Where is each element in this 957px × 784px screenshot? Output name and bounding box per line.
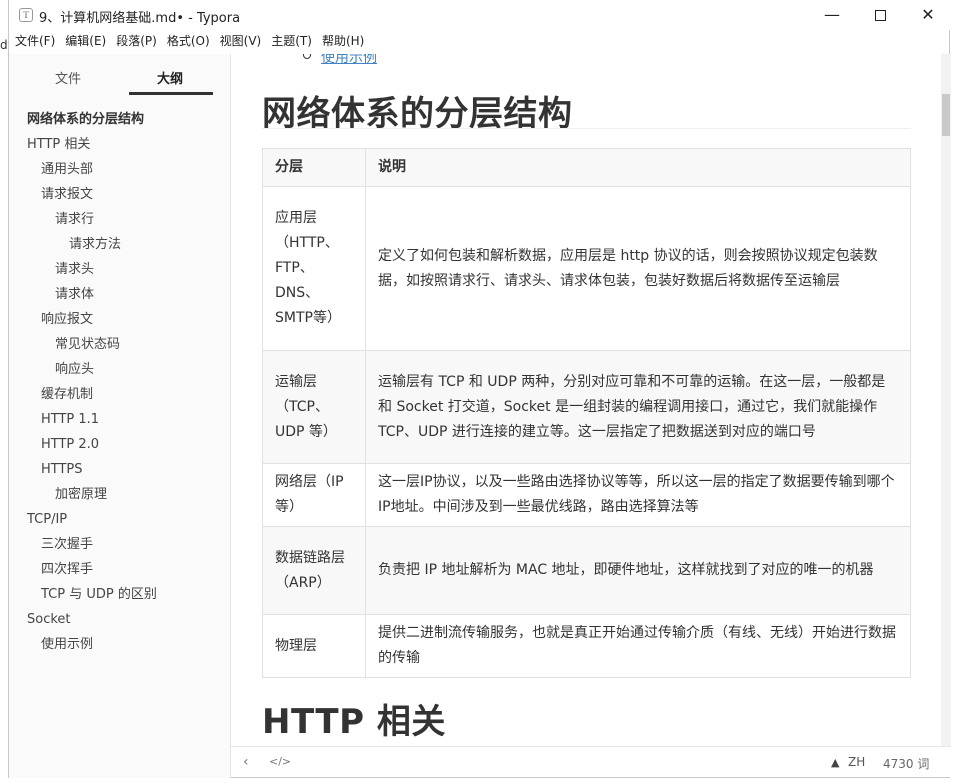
table-row: 运输层（TCP、UDP 等） 运输层有 TCP 和 UDP 两种，分别对应可靠和…	[262, 350, 911, 464]
outline-item[interactable]: 三次握手	[41, 535, 93, 555]
menu-theme[interactable]: 主题(T)	[266, 31, 317, 51]
sidebar: 文件 大纲 网络体系的分层结构 HTTP 相关通用头部请求报文请求行请求方法请求头…	[9, 54, 231, 778]
outline-item[interactable]: 响应报文	[41, 310, 93, 330]
outline-item[interactable]: 使用示例	[41, 635, 93, 655]
heading-divider	[262, 128, 911, 129]
outline-item[interactable]: 通用头部	[41, 160, 93, 180]
outline-item[interactable]: 四次挥手	[41, 560, 93, 580]
menu-view[interactable]: 视图(V)	[215, 31, 267, 51]
table-cell-layer: 应用层（HTTP、FTP、DNS、SMTP等）	[262, 186, 366, 351]
maximize-button[interactable]	[857, 0, 903, 30]
menu-edit[interactable]: 编辑(E)	[60, 31, 111, 51]
list-bullet-icon	[303, 54, 311, 59]
outline-item[interactable]: TCP 与 UDP 的区别	[41, 585, 157, 605]
outline-item[interactable]: 常见状态码	[55, 335, 120, 355]
table-cell-desc: 运输层有 TCP 和 UDP 两种，分别对应可靠和不可靠的运输。在这一层，一般都…	[365, 350, 911, 464]
menu-paragraph[interactable]: 段落(P)	[111, 31, 162, 51]
table-cell-desc: 这一层IP协议，以及一些路由选择协议等等，所以这一层的指定了数据要传输到哪个IP…	[365, 463, 911, 527]
typora-app-icon: T	[19, 8, 33, 22]
clipped-edge-text: d	[0, 38, 8, 52]
table-header-cell: 说明	[365, 148, 911, 187]
tab-outline[interactable]: 大纲	[157, 68, 183, 87]
table-row: 应用层（HTTP、FTP、DNS、SMTP等） 定义了如何包装和解析数据，应用层…	[262, 186, 911, 351]
table-cell-desc: 负责把 IP 地址解析为 MAC 地址，即硬件地址，这样就找到了对应的唯一的机器	[365, 526, 911, 615]
status-bar: ‹ </> ▲ ZH 4730 词	[231, 746, 951, 777]
sidebar-tabs: 文件 大纲	[9, 54, 231, 98]
outline-item[interactable]: 缓存机制	[41, 385, 93, 405]
layers-table: 分层 说明 应用层（HTTP、FTP、DNS、SMTP等） 定义了如何包装和解析…	[262, 148, 911, 678]
link-usage-example[interactable]: 使用示例	[321, 54, 377, 67]
active-tab-indicator	[129, 92, 213, 95]
table-cell-layer: 网络层（IP 等）	[262, 463, 366, 527]
menu-bar: 文件(F) 编辑(E) 段落(P) 格式(O) 视图(V) 主题(T) 帮助(H…	[9, 31, 369, 51]
menu-help[interactable]: 帮助(H)	[317, 31, 369, 51]
outline-item[interactable]: 响应头	[55, 360, 94, 380]
menu-format[interactable]: 格式(O)	[162, 31, 215, 51]
table-row: 网络层（IP 等） 这一层IP协议，以及一些路由选择协议等等，所以这一层的指定了…	[262, 463, 911, 527]
minimize-button[interactable]: —	[809, 0, 855, 30]
outline-item[interactable]: 请求头	[55, 260, 94, 280]
table-row: 数据链路层（ARP） 负责把 IP 地址解析为 MAC 地址，即硬件地址，这样就…	[262, 526, 911, 615]
table-cell-layer: 物理层	[262, 614, 366, 678]
outline-item[interactable]: HTTP 2.0	[41, 435, 99, 455]
source-code-mode-icon[interactable]: </>	[269, 755, 291, 768]
menu-file[interactable]: 文件(F)	[9, 31, 60, 51]
table-row: 物理层 提供二进制流传输服务，也就是真正开始通过传输介质（有线、无线）开始进行数…	[262, 614, 911, 678]
outline-item[interactable]: HTTPS	[41, 460, 83, 480]
editor-scrollbar[interactable]	[941, 54, 951, 746]
table-header-row: 分层 说明	[262, 148, 911, 187]
maximize-icon	[874, 10, 886, 21]
heading-http: HTTP 相关	[262, 702, 446, 742]
outline-item[interactable]: 请求报文	[41, 185, 93, 205]
title-bar: T 9、计算机网络基础.md• - Typora — ✕	[9, 0, 951, 30]
close-button[interactable]: ✕	[905, 0, 951, 30]
warning-icon[interactable]: ▲	[831, 756, 839, 769]
outline-item[interactable]: Socket	[27, 610, 71, 630]
outline-item[interactable]: TCP/IP	[27, 510, 67, 530]
outline-item[interactable]: 请求行	[55, 210, 94, 230]
table-cell-desc: 提供二进制流传输服务，也就是真正开始通过传输介质（有线、无线）开始进行数据的传输	[365, 614, 911, 678]
outline-item[interactable]: HTTP 1.1	[41, 410, 99, 430]
outline-item[interactable]: 请求体	[55, 285, 94, 305]
outline-item[interactable]: 网络体系的分层结构	[27, 110, 144, 130]
outline-item[interactable]: HTTP 相关	[27, 135, 90, 155]
scrollbar-thumb[interactable]	[942, 94, 950, 136]
table-cell-layer: 数据链路层（ARP）	[262, 526, 366, 615]
table-header-cell: 分层	[262, 148, 366, 187]
toggle-sidebar-icon[interactable]: ‹	[243, 754, 249, 770]
outline-item[interactable]: 请求方法	[69, 235, 121, 255]
language-indicator[interactable]: ZH	[848, 755, 865, 769]
tab-files[interactable]: 文件	[55, 68, 81, 87]
table-cell-layer: 运输层（TCP、UDP 等）	[262, 350, 366, 464]
editor-pane[interactable]: 使用示例 网络体系的分层结构 分层 说明 应用层（HTTP、FTP、DNS、SM…	[231, 54, 941, 746]
window-title: 9、计算机网络基础.md• - Typora	[39, 11, 241, 26]
table-cell-desc: 定义了如何包装和解析数据，应用层是 http 协议的话，则会按照协议规定包装数据…	[365, 186, 911, 351]
outline-item[interactable]: 加密原理	[55, 485, 107, 505]
word-count[interactable]: 4730 词	[883, 755, 929, 772]
typora-window: T 9、计算机网络基础.md• - Typora — ✕ 文件(F) 编辑(E)…	[8, 0, 951, 778]
